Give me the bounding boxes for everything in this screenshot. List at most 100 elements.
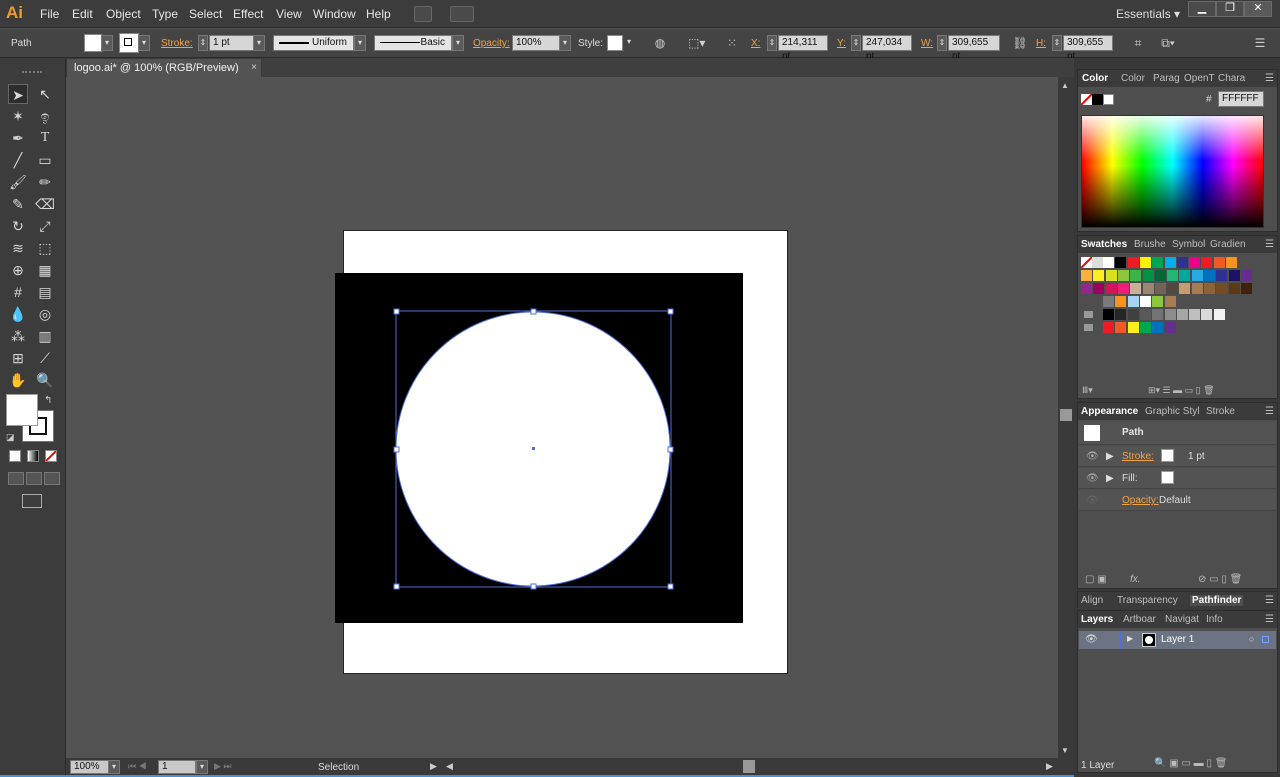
scroll-down-icon[interactable]: ▼ [1061, 746, 1069, 755]
swatch[interactable] [1142, 283, 1154, 294]
zoom-tool-icon[interactable]: 🔍 [35, 370, 55, 390]
height-field[interactable]: 309,655 pt [1063, 35, 1113, 62]
scroll-left-icon[interactable]: ◀ [446, 761, 453, 772]
swatch-grid[interactable] [1080, 256, 1261, 357]
swatch[interactable] [1204, 270, 1215, 281]
swatch[interactable] [1139, 322, 1151, 333]
swatch[interactable] [1189, 309, 1201, 320]
tab-character[interactable]: Chara [1218, 73, 1245, 84]
visibility-eye-icon[interactable]: 👁 [1086, 451, 1099, 462]
swatch[interactable] [1213, 257, 1225, 268]
swatch[interactable] [1164, 296, 1176, 307]
column-graph-tool-icon[interactable]: ▥ [35, 326, 55, 346]
artboard-tool-icon[interactable]: ⊞ [8, 348, 28, 368]
swatch-group-folder-icon[interactable] [1084, 311, 1093, 318]
swatch[interactable] [1167, 270, 1179, 281]
panel-grip[interactable] [22, 71, 42, 73]
tab-align[interactable]: Align [1081, 595, 1103, 606]
swatch[interactable] [1115, 322, 1127, 333]
swap-colors-icon[interactable]: ↰ [44, 395, 52, 406]
swatch[interactable] [1191, 270, 1203, 281]
opacity-label[interactable]: Opacity: [473, 38, 510, 49]
fill-color-swatch[interactable] [84, 34, 102, 52]
swatch-group-folder-icon[interactable] [1084, 324, 1093, 331]
brush-definition[interactable]: Basic [374, 35, 452, 51]
swatch[interactable] [1228, 270, 1240, 281]
width-field[interactable]: 309,655 pt [948, 35, 1000, 62]
fill-color-box[interactable] [6, 394, 38, 426]
add-stroke-icon[interactable]: ▢ ▣ [1085, 574, 1107, 585]
swatch[interactable] [1081, 270, 1092, 281]
menu-object[interactable]: Object [106, 7, 141, 21]
appearance-stroke-row[interactable]: 👁 ▶ Stroke: 1 pt [1079, 446, 1276, 467]
tab-stroke[interactable]: Stroke [1206, 406, 1235, 417]
vertical-scroll-thumb[interactable] [1060, 409, 1072, 421]
pencil-tool-icon[interactable]: ✏ [35, 172, 55, 192]
style-dropdown[interactable]: ▾ [623, 35, 635, 51]
y-stepper[interactable]: ⇕ [851, 35, 861, 51]
tab-artboards[interactable]: Artboar [1123, 614, 1156, 625]
y-label[interactable]: Y: [837, 38, 846, 49]
draw-normal-icon[interactable] [8, 472, 24, 485]
width-stepper[interactable]: ⇕ [937, 35, 947, 51]
swatch[interactable] [1081, 283, 1092, 294]
eyedropper-tool-icon[interactable]: 💧 [8, 304, 28, 324]
fill-expand-arrow-icon[interactable]: ▶ [1106, 473, 1114, 484]
swatch[interactable] [1117, 283, 1129, 294]
appearance-footer-icons[interactable]: ⊘ ▭ ▯ 🗑 [1198, 574, 1242, 585]
swatch[interactable] [1152, 322, 1164, 333]
black-swatch[interactable] [1092, 94, 1103, 105]
swatch[interactable] [1103, 257, 1114, 268]
layer-row[interactable]: 👁 ▶ Layer 1 ○ [1079, 631, 1276, 649]
swatch[interactable] [1204, 283, 1215, 294]
swatch[interactable] [1176, 309, 1188, 320]
blob-brush-tool-icon[interactable]: ✎ [8, 194, 28, 214]
menu-view[interactable]: View [276, 7, 302, 21]
swatch[interactable] [1093, 270, 1105, 281]
opacity-dropdown[interactable]: ▾ [559, 35, 571, 51]
appearance-panel-menu-icon[interactable]: ☰ [1265, 406, 1274, 417]
lasso-tool-icon[interactable]: ඉ [35, 106, 55, 126]
tab-gradient[interactable]: Gradien [1210, 239, 1246, 250]
tab-transparency[interactable]: Transparency [1117, 595, 1178, 606]
magic-wand-tool-icon[interactable]: ✶ [8, 106, 28, 126]
stroke-weight-dropdown[interactable]: ▾ [253, 35, 265, 51]
appearance-stroke-swatch[interactable] [1161, 449, 1174, 462]
layer-target-icon[interactable]: ○ [1249, 634, 1254, 644]
hand-tool-icon[interactable]: ✋ [8, 370, 28, 390]
y-field[interactable]: 247,034 pt [862, 35, 912, 62]
tab-info[interactable]: Info [1206, 614, 1223, 625]
tab-pathfinder[interactable]: Pathfinder [1190, 595, 1244, 606]
close-window-button[interactable]: ✕ [1244, 1, 1272, 17]
align-panel-menu-icon[interactable]: ☰ [1265, 595, 1274, 606]
reference-point-icon[interactable]: ⁙ [724, 36, 740, 50]
document-tab[interactable]: logoo.ai* @ 100% (RGB/Preview) × [66, 58, 262, 77]
tab-color[interactable]: Color [1082, 73, 1108, 84]
appearance-stroke-label[interactable]: Stroke: [1122, 451, 1154, 462]
swatch[interactable] [1213, 309, 1225, 320]
tab-brushes[interactable]: Brushe [1134, 239, 1166, 250]
layer-name[interactable]: Layer 1 [1161, 634, 1194, 645]
swatch-registration[interactable] [1092, 257, 1103, 268]
layer-selection-indicator[interactable] [1262, 636, 1269, 643]
paintbrush-tool-icon[interactable]: 🖌 [8, 172, 28, 192]
swatch[interactable] [1179, 283, 1191, 294]
swatch[interactable] [1167, 283, 1179, 294]
opacity-field[interactable]: 100% [512, 35, 560, 51]
profile-dropdown[interactable]: ▾ [354, 35, 366, 51]
slice-tool-icon[interactable]: ⟋ [35, 348, 55, 368]
fill-visibility-eye-icon[interactable]: 👁 [1086, 473, 1099, 484]
artboard-dropdown[interactable]: ▾ [196, 760, 208, 774]
swatch[interactable] [1164, 322, 1176, 333]
swatch[interactable] [1142, 270, 1154, 281]
x-field[interactable]: 214,311 pt [778, 35, 828, 62]
swatch[interactable] [1228, 283, 1240, 294]
menu-select[interactable]: Select [189, 7, 222, 21]
swatch-none[interactable] [1080, 256, 1093, 269]
restore-button[interactable]: ❐ [1216, 1, 1244, 17]
tab-appearance[interactable]: Appearance [1081, 406, 1138, 417]
x-label[interactable]: X: [751, 38, 760, 49]
stroke-color-dropdown[interactable]: ▾ [138, 35, 150, 51]
symbol-sprayer-tool-icon[interactable]: ⁂ [8, 326, 28, 346]
scroll-up-icon[interactable]: ▲ [1061, 81, 1069, 90]
